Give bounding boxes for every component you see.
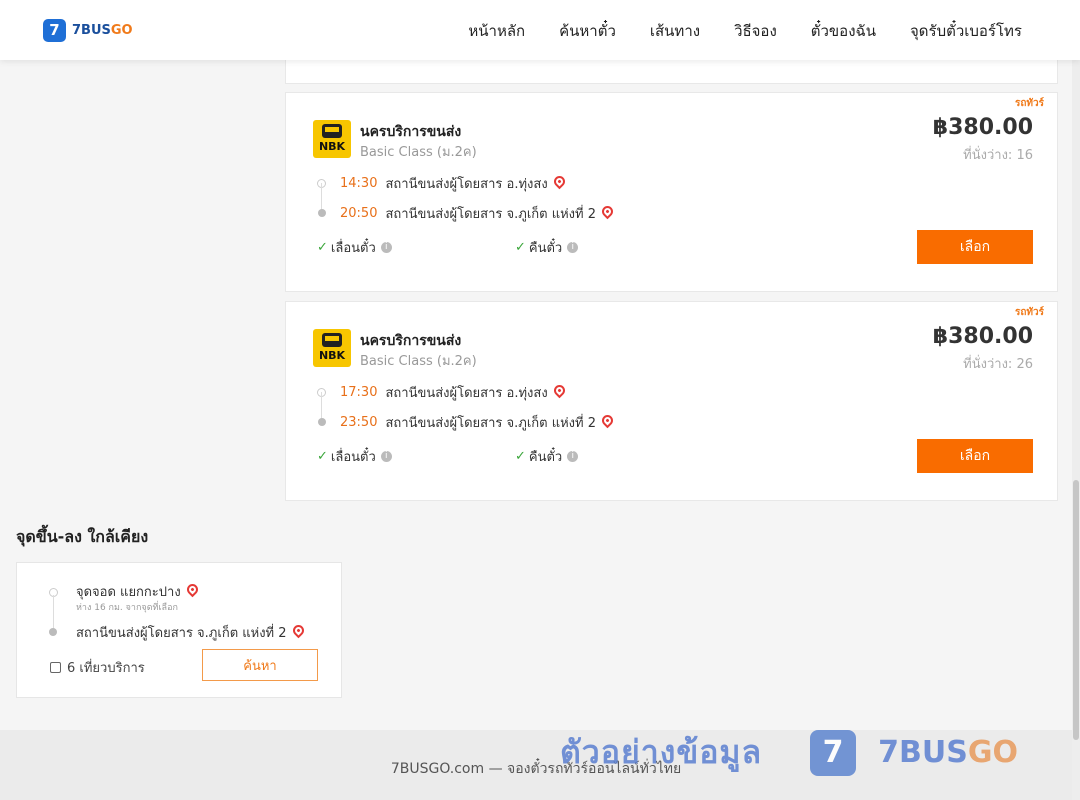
feature-reschedule: ✓ เลื่อนตั๋ว i <box>317 237 392 258</box>
feature-reschedule: ✓ เลื่อนตั๋ว i <box>317 446 392 467</box>
nav-search-tickets[interactable]: ค้นหาตั๋ว <box>559 19 616 43</box>
departure-station: สถานีขนส่งผู้โดยสาร อ.ทุ่งสง <box>385 177 548 192</box>
nearby-to-stop-label: สถานีขนส่งผู้โดยสาร จ.ภูเก็ต แห่งที่ 2 <box>76 626 287 641</box>
logo-badge-icon: 7 <box>43 19 66 42</box>
trip-count-label: 6 เที่ยวบริการ <box>67 661 145 676</box>
departure-time: 17:30 <box>340 385 378 400</box>
ticket-price: ฿380.00 <box>932 324 1033 349</box>
check-icon: ✓ <box>515 449 526 464</box>
nearby-stop-card: จุดจอด แยกกะปาง ห่าง 16 กม. จากจุดที่เลื… <box>16 562 342 698</box>
arrival-station: สถานีขนส่งผู้โดยสาร จ.ภูเก็ต แห่งที่ 2 <box>385 207 597 222</box>
feature-refund-label: คืนตั๋ว <box>528 241 563 256</box>
nav-ticket-pickup[interactable]: จุดรับตั๋วเบอร์โทร <box>910 19 1022 43</box>
arrival-stop: 23:50 สถานีขนส่งผู้โดยสาร จ.ภูเก็ต แห่งท… <box>340 412 616 433</box>
nearby-search-button[interactable]: ค้นหา <box>202 649 318 681</box>
bus-icon <box>50 662 61 673</box>
timeline-end-dot <box>49 628 57 636</box>
feature-reschedule-label: เลื่อนตั๋ว <box>330 450 376 465</box>
nearby-from-stop: จุดจอด แยกกะปาง <box>76 581 200 602</box>
site-logo[interactable]: 7 7BUSGO <box>43 19 133 42</box>
trip-card: รถทัวร์ NBK นครบริการขนส่ง Basic Class (… <box>285 301 1058 501</box>
map-pin-icon[interactable] <box>551 173 567 190</box>
select-trip-button[interactable]: เลือก <box>917 439 1033 473</box>
bus-type-tag: รถทัวร์ <box>1014 307 1044 318</box>
departure-stop: 17:30 สถานีขนส่งผู้โดยสาร อ.ทุ่งสง <box>340 382 567 403</box>
seats-available: ที่นั่งว่าง: 16 <box>963 148 1033 163</box>
timeline-end-dot <box>318 418 326 426</box>
feature-refund: ✓ คืนตั๋ว i <box>515 237 579 258</box>
arrival-stop: 20:50 สถานีขนส่งผู้โดยสาร จ.ภูเก็ต แห่งท… <box>340 203 616 224</box>
timeline-line <box>53 595 54 629</box>
timeline-line <box>321 392 322 420</box>
scrollbar-thumb[interactable] <box>1073 480 1079 740</box>
bus-graphic <box>322 333 342 347</box>
info-icon[interactable]: i <box>567 451 579 462</box>
trip-card: รถทัวร์ NBK นครบริการขนส่ง Basic Class (… <box>285 92 1058 292</box>
info-icon[interactable]: i <box>567 242 579 253</box>
watermark-text: ตัวอย่างข้อมูล <box>560 733 763 771</box>
operator-name: นครบริการขนส่ง <box>360 124 462 140</box>
nav-how-to-book[interactable]: วิธีจอง <box>734 19 777 43</box>
feature-reschedule-label: เลื่อนตั๋ว <box>330 241 376 256</box>
main-nav: หน้าหลัก ค้นหาตั๋ว เส้นทาง วิธีจอง ตั๋วข… <box>434 19 1022 43</box>
departure-stop: 14:30 สถานีขนส่งผู้โดยสาร อ.ทุ่งสง <box>340 173 567 194</box>
operator-logo-text: NBK <box>318 140 346 153</box>
bus-class: Basic Class (ม.2ค) <box>360 354 477 369</box>
nav-home[interactable]: หน้าหลัก <box>468 19 525 43</box>
map-pin-icon[interactable] <box>290 622 306 639</box>
page-scrollbar[interactable] <box>1072 60 1080 800</box>
map-pin-icon[interactable] <box>184 581 200 598</box>
operator-logo-text: NBK <box>318 349 346 362</box>
map-pin-icon[interactable] <box>599 412 616 429</box>
ticket-price: ฿380.00 <box>932 115 1033 140</box>
arrival-station: สถานีขนส่งผู้โดยสาร จ.ภูเก็ต แห่งที่ 2 <box>385 416 597 431</box>
check-icon: ✓ <box>515 240 526 255</box>
bus-class: Basic Class (ม.2ค) <box>360 145 477 160</box>
bus-graphic <box>322 124 342 138</box>
check-icon: ✓ <box>317 240 328 255</box>
bus-type-tag: รถทัวร์ <box>1014 98 1044 109</box>
nearby-from-stop-label: จุดจอด แยกกะปาง <box>76 585 181 600</box>
watermark-brand: 7BUSGO <box>878 735 1018 770</box>
bus-logo-icon: NBK <box>313 120 351 158</box>
departure-station: สถานีขนส่งผู้โดยสาร อ.ทุ่งสง <box>385 386 548 401</box>
top-navbar: 7 7BUSGO หน้าหลัก ค้นหาตั๋ว เส้นทาง วิธี… <box>0 0 1080 60</box>
feature-refund-label: คืนตั๋ว <box>528 450 563 465</box>
map-pin-icon[interactable] <box>599 203 616 220</box>
operator-name: นครบริการขนส่ง <box>360 333 462 349</box>
bus-logo-icon: NBK <box>313 329 351 367</box>
arrival-time: 20:50 <box>340 206 378 221</box>
nearby-trip-count: 6 เที่ยวบริการ <box>50 657 145 678</box>
info-icon[interactable]: i <box>380 242 392 253</box>
departure-time: 14:30 <box>340 176 378 191</box>
nearby-to-stop: สถานีขนส่งผู้โดยสาร จ.ภูเก็ต แห่งที่ 2 <box>76 622 306 643</box>
nearby-distance-note: ห่าง 16 กม. จากจุดที่เลือก <box>76 603 178 613</box>
timeline-line <box>321 183 322 211</box>
seats-available: ที่นั่งว่าง: 26 <box>963 357 1033 372</box>
watermark-logo-icon: 7 <box>810 729 857 776</box>
nav-my-tickets[interactable]: ตั๋วของฉัน <box>811 19 876 43</box>
map-pin-icon[interactable] <box>551 382 567 399</box>
logo-text: 7BUSGO <box>72 23 133 38</box>
arrival-time: 23:50 <box>340 415 378 430</box>
check-icon: ✓ <box>317 449 328 464</box>
nav-routes[interactable]: เส้นทาง <box>650 19 700 43</box>
sample-watermark: ตัวอย่างข้อมูล 7 7BUSGO <box>560 727 1018 778</box>
select-trip-button[interactable]: เลือก <box>917 230 1033 264</box>
info-icon[interactable]: i <box>380 451 392 462</box>
nearby-stops-title: จุดขึ้น-ลง ใกล้เคียง <box>16 527 149 546</box>
feature-refund: ✓ คืนตั๋ว i <box>515 446 579 467</box>
timeline-end-dot <box>318 209 326 217</box>
